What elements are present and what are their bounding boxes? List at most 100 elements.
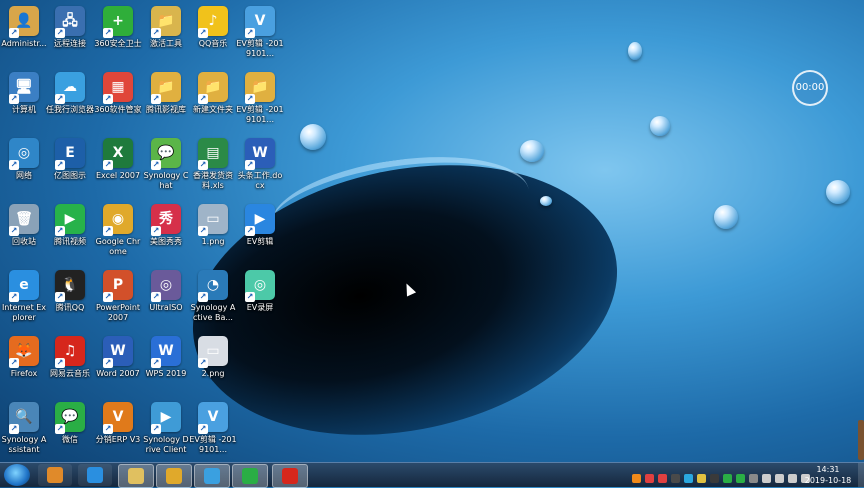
desktop-icon[interactable]: ♪ ↗ QQ音乐 bbox=[189, 4, 237, 68]
desktop-icon[interactable]: X ↗ Excel 2007 bbox=[94, 136, 142, 200]
tray-icon[interactable] bbox=[736, 474, 745, 483]
desktop-icon[interactable]: ▶ ↗ EV剪辑 bbox=[236, 202, 284, 266]
desktop-icon-label: 激活工具 bbox=[150, 39, 182, 48]
desktop-icon-label: 香港发货资料.xls bbox=[193, 171, 233, 190]
tray-icon[interactable] bbox=[710, 474, 719, 483]
desktop-icon[interactable]: ◎ ↗ UltraISO bbox=[142, 268, 190, 332]
desktop-icon[interactable]: W ↗ 头条工作.docx bbox=[236, 136, 284, 200]
ultraiso-icon: ◎ ↗ bbox=[151, 270, 181, 302]
water-drop bbox=[714, 205, 738, 229]
tray-icon[interactable] bbox=[762, 474, 771, 483]
tray-icon[interactable] bbox=[749, 474, 758, 483]
taskbar-button[interactable] bbox=[38, 464, 72, 486]
desktop-icon-label: 远程连接 bbox=[54, 39, 86, 48]
desktop-icon[interactable]: 📁 ↗ 激活工具 bbox=[142, 4, 190, 68]
tray-icon[interactable] bbox=[671, 474, 680, 483]
shortcut-arrow-icon: ↗ bbox=[198, 28, 208, 38]
wechat-icon bbox=[242, 468, 258, 484]
desktop-icon[interactable]: V ↗ EV剪辑 -2019101... bbox=[236, 4, 284, 68]
desktop-icon[interactable]: ☁ ↗ 任我行浏览器 bbox=[46, 70, 94, 134]
desktop-icon[interactable]: 🖥 ↗ 计算机 bbox=[0, 70, 48, 134]
tray-icon[interactable] bbox=[788, 474, 797, 483]
desktop-icon[interactable]: 📁 ↗ EV剪辑 -2019101... bbox=[236, 70, 284, 134]
desktop-icon[interactable]: V ↗ 分销ERP V3 bbox=[94, 400, 142, 464]
shortcut-arrow-icon: ↗ bbox=[103, 424, 113, 434]
desktop-icon-label: Synology Assistant bbox=[1, 435, 47, 454]
desktop-icon[interactable]: ◎ ↗ 网络 bbox=[0, 136, 48, 200]
desktop-icon[interactable]: 🖧 ↗ 远程连接 bbox=[46, 4, 94, 68]
desktop-icon[interactable]: ◉ ↗ Google Chrome bbox=[94, 202, 142, 266]
qq-icon: 🐧 ↗ bbox=[55, 270, 85, 302]
clock-time: 14:31 bbox=[816, 465, 840, 474]
taskbar-button[interactable] bbox=[118, 464, 154, 488]
desktop-icon-label: PowerPoint 2007 bbox=[95, 303, 141, 322]
taskbar-button[interactable] bbox=[272, 464, 308, 488]
desktop-icon[interactable]: V ↗ EV剪辑 -2019101... bbox=[189, 400, 237, 464]
shortcut-arrow-icon: ↗ bbox=[55, 358, 65, 368]
ev-file-icon: V ↗ bbox=[198, 402, 228, 434]
show-desktop-button[interactable] bbox=[858, 463, 864, 487]
desktop-icon[interactable]: W ↗ Word 2007 bbox=[94, 334, 142, 398]
taskbar-button[interactable] bbox=[194, 464, 230, 488]
clock[interactable]: 14:31 2019-10-18 bbox=[800, 464, 856, 486]
chrome-icon bbox=[166, 468, 182, 484]
image-file-icon: ▭ ↗ bbox=[198, 204, 228, 236]
chrome-icon: ◉ ↗ bbox=[103, 204, 133, 236]
taskbar-button[interactable] bbox=[232, 464, 268, 488]
desktop-icon[interactable]: 🐧 ↗ 腾讯QQ bbox=[46, 268, 94, 332]
desktop-icon[interactable]: 🗑 ↗ 回收站 bbox=[0, 202, 48, 266]
water-drop bbox=[520, 140, 544, 162]
netease-music-icon: ♫ ↗ bbox=[55, 336, 85, 368]
tray-icon[interactable] bbox=[645, 474, 654, 483]
desktop-icon[interactable]: 💬 ↗ Synology Chat bbox=[142, 136, 190, 200]
desktop-icon[interactable]: 秀 ↗ 美图秀秀 bbox=[142, 202, 190, 266]
desktop-icon[interactable]: 💬 ↗ 微信 bbox=[46, 400, 94, 464]
tray-icon[interactable] bbox=[775, 474, 784, 483]
shortcut-arrow-icon: ↗ bbox=[9, 226, 19, 236]
start-button[interactable] bbox=[4, 464, 30, 486]
desktop-icon[interactable]: ◎ ↗ EV录屏 bbox=[236, 268, 284, 332]
shortcut-arrow-icon: ↗ bbox=[151, 226, 161, 236]
desktop-icon[interactable]: ◔ ↗ Synology Active Ba... bbox=[189, 268, 237, 332]
synology-assistant-icon: 🔍 ↗ bbox=[9, 402, 39, 434]
desktop-icon[interactable]: 📁 ↗ 腾讯影视库 bbox=[142, 70, 190, 134]
desktop-icon[interactable]: P ↗ PowerPoint 2007 bbox=[94, 268, 142, 332]
desktop-icon[interactable]: e ↗ Internet Explorer bbox=[0, 268, 48, 332]
taskbar-button[interactable] bbox=[78, 464, 112, 486]
system-tray bbox=[632, 468, 814, 483]
shortcut-arrow-icon: ↗ bbox=[198, 424, 208, 434]
desktop-icon[interactable]: ▤ ↗ 香港发货资料.xls bbox=[189, 136, 237, 200]
tray-icon[interactable] bbox=[632, 474, 641, 483]
tray-icon[interactable] bbox=[658, 474, 667, 483]
taskbar-button[interactable] bbox=[156, 464, 192, 488]
desktop-icon[interactable]: ▶ ↗ 腾讯视频 bbox=[46, 202, 94, 266]
shortcut-arrow-icon: ↗ bbox=[9, 424, 19, 434]
desktop-icon[interactable]: 🦊 ↗ Firefox bbox=[0, 334, 48, 398]
desktop-icon[interactable]: ▦ ↗ 360软件管家 bbox=[94, 70, 142, 134]
clock-bubble[interactable]: 00:00 bbox=[792, 70, 828, 106]
tray-icon[interactable] bbox=[697, 474, 706, 483]
desktop-icon[interactable]: ▭ ↗ 1.png bbox=[189, 202, 237, 266]
shortcut-arrow-icon: ↗ bbox=[55, 292, 65, 302]
desktop-icon-label: 美图秀秀 bbox=[150, 237, 182, 246]
ev-file-icon: V ↗ bbox=[245, 6, 275, 38]
desktop-icon[interactable]: 🔍 ↗ Synology Assistant bbox=[0, 400, 48, 464]
tray-icon[interactable] bbox=[684, 474, 693, 483]
network-icon: ◎ ↗ bbox=[9, 138, 39, 170]
desktop-icon[interactable]: ♫ ↗ 网易云音乐 bbox=[46, 334, 94, 398]
desktop-icon[interactable]: 👤 ↗ Administr... bbox=[0, 4, 48, 68]
desktop-icon[interactable]: W ↗ WPS 2019 bbox=[142, 334, 190, 398]
desktop-icon-label: Internet Explorer bbox=[1, 303, 47, 322]
desktop-icon[interactable]: E ↗ 亿图图示 bbox=[46, 136, 94, 200]
desktop-icon[interactable]: + ↗ 360安全卫士 bbox=[94, 4, 142, 68]
shortcut-arrow-icon: ↗ bbox=[245, 226, 255, 236]
desktop-icon[interactable]: ▶ ↗ Synology Drive Client bbox=[142, 400, 190, 464]
app-grid-icon bbox=[47, 467, 63, 483]
clock-date: 2019-10-18 bbox=[804, 476, 852, 485]
desktop-icon[interactable]: ▭ ↗ 2.png bbox=[189, 334, 237, 398]
desktop-icon[interactable]: 📁 ↗ 新建文件夹 bbox=[189, 70, 237, 134]
desktop-icon-label: Excel 2007 bbox=[95, 171, 141, 180]
shortcut-arrow-icon: ↗ bbox=[9, 160, 19, 170]
taskbar: 14:31 2019-10-18 bbox=[0, 462, 864, 488]
tray-icon[interactable] bbox=[723, 474, 732, 483]
